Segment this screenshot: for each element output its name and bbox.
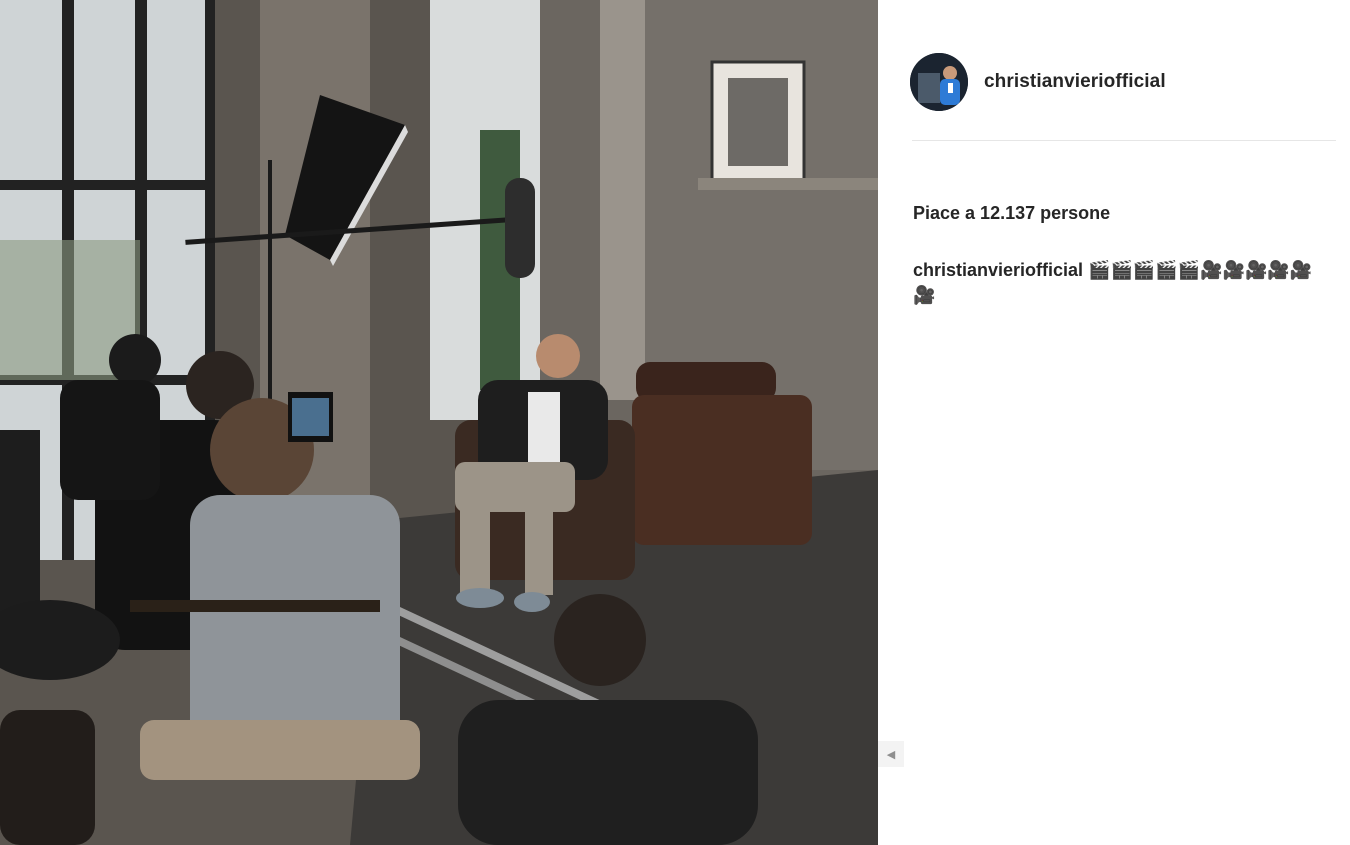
header-divider [912,140,1336,141]
avatar-image [910,53,968,111]
caption-author-link[interactable]: christianvieriofficial [913,260,1083,280]
profile-avatar[interactable] [910,53,968,111]
post-photo[interactable] [0,0,878,845]
username-link[interactable]: christianvieriofficial [984,71,1166,93]
chevron-left-icon[interactable]: ◀ [878,741,904,767]
post-header: christianvieriofficial [910,52,1338,112]
post-sidebar: christianvieriofficial Piace a 12.137 pe… [878,0,1350,845]
likes-count[interactable]: Piace a 12.137 persone [913,203,1110,224]
post-caption: christianvieriofficial 🎬🎬🎬🎬🎬🎥🎥🎥🎥🎥🎥 [913,258,1333,308]
post-photo-image [0,0,878,845]
